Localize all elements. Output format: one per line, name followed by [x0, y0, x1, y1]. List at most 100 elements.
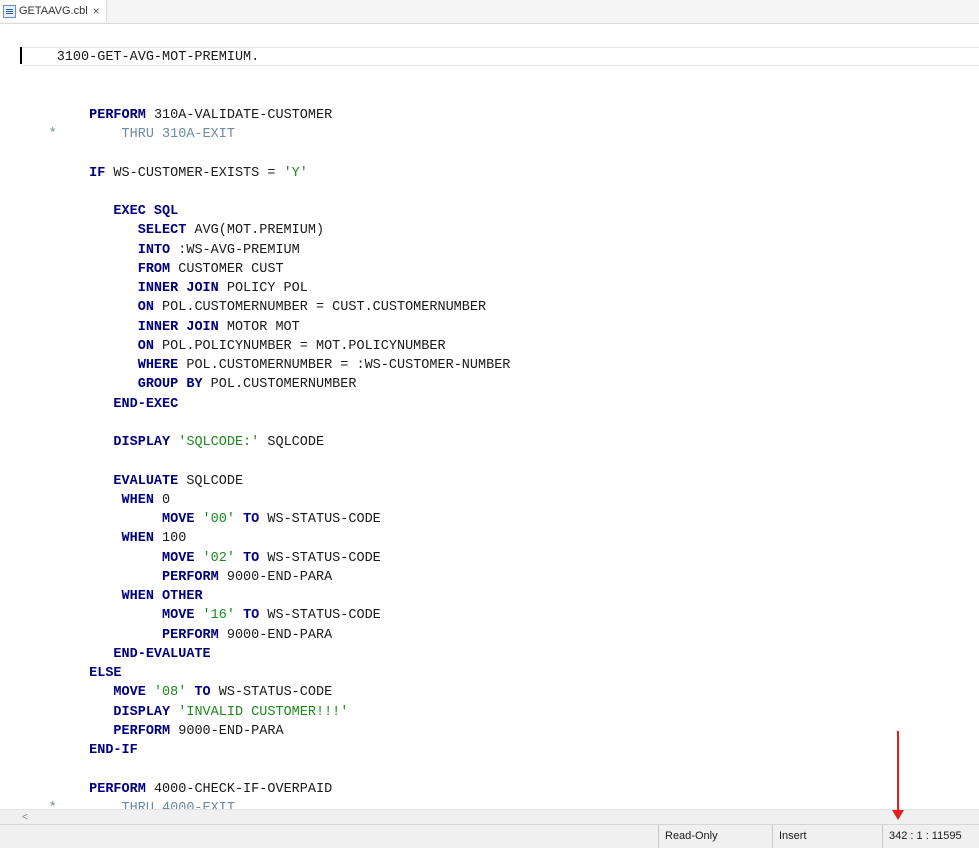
- code-token: WS-STATUS-CODE: [259, 608, 381, 624]
- string-token: '02': [202, 550, 235, 566]
- keyword-token: MOVE: [113, 685, 146, 701]
- code-line[interactable]: PERFORM 9000-END-PARA: [0, 626, 510, 645]
- code-line[interactable]: EXEC SQL: [0, 202, 510, 221]
- keyword-token: MOVE: [162, 550, 195, 566]
- status-bar: Read-Only Insert 342 : 1 : 11595: [0, 824, 979, 848]
- code-line[interactable]: [0, 183, 510, 202]
- keyword-token: PERFORM: [89, 107, 146, 123]
- code-token: SQLCODE: [259, 435, 325, 450]
- code-line[interactable]: MOVE '02' TO WS-STATUS-CODE: [0, 549, 510, 568]
- status-cursor-position[interactable]: 342 : 1 : 11595: [882, 825, 979, 848]
- code-token: WS-STATUS-CODE: [259, 512, 381, 527]
- code-token: POL.CUSTOMERNUMBER: [202, 377, 357, 393]
- keyword-token: END-IF: [89, 743, 138, 758]
- code-token: CUSTOMER CUST: [170, 261, 284, 277]
- code-line[interactable]: MOVE '08' TO WS-STATUS-CODE: [0, 683, 510, 702]
- code-line[interactable]: INNER JOIN POLICY POL: [0, 279, 510, 298]
- string-token: 'SQLCODE:': [178, 435, 260, 450]
- string-token: '16': [202, 608, 235, 624]
- code-line[interactable]: [0, 87, 510, 106]
- code-line[interactable]: 3100-GET-AVG-MOT-PREMIUM.: [0, 48, 510, 67]
- status-insert-mode[interactable]: Insert: [772, 825, 882, 848]
- code-line[interactable]: ON POL.CUSTOMERNUMBER = CUST.CUSTOMERNUM…: [0, 298, 510, 317]
- code-line[interactable]: * THRU 4000-EXIT: [0, 799, 510, 809]
- code-line[interactable]: [0, 414, 510, 433]
- code-token: 4000-CHECK-IF-OVERPAID: [145, 781, 333, 797]
- code-line[interactable]: SELECT AVG(MOT.PREMIUM): [0, 221, 510, 240]
- code-line[interactable]: PERFORM 9000-END-PARA: [0, 568, 510, 587]
- code-line[interactable]: ON POL.POLICYNUMBER = MOT.POLICYNUMBER: [0, 337, 510, 356]
- annotation-arrow-line: [897, 731, 899, 811]
- code-token: 100: [153, 531, 187, 547]
- status-read-only[interactable]: Read-Only: [658, 825, 772, 848]
- code-line[interactable]: [0, 452, 510, 471]
- code-line[interactable]: INNER JOIN MOTOR MOT: [0, 318, 510, 337]
- string-token: 'INVALID CUSTOMER!!!': [178, 704, 349, 720]
- code-line[interactable]: FROM CUSTOMER CUST: [0, 260, 510, 279]
- code-line[interactable]: END-EVALUATE: [0, 645, 510, 664]
- keyword-token: EVALUATE: [113, 473, 179, 489]
- code-line[interactable]: INTO :WS-AVG-PREMIUM: [0, 241, 510, 260]
- code-line[interactable]: GROUP BY POL.CUSTOMERNUMBER: [0, 375, 510, 394]
- code-line[interactable]: MOVE '00' TO WS-STATUS-CODE: [0, 510, 510, 529]
- comment-token: * THRU 310A-EXIT: [0, 127, 235, 142]
- keyword-token: FROM: [137, 261, 171, 277]
- code-view[interactable]: 3100-GET-AVG-MOT-PREMIUM. PERFORM 310A-V…: [0, 48, 511, 809]
- keyword-token: WHEN: [121, 492, 154, 508]
- code-token: POL.CUSTOMERNUMBER = :WS-CUSTOMER-NUMBER: [178, 358, 511, 373]
- tab-bar: GETAAVG.cbl ×: [0, 0, 979, 24]
- code-line[interactable]: IF WS-CUSTOMER-EXISTS = 'Y': [0, 164, 510, 183]
- code-line[interactable]: PERFORM 310A-VALIDATE-CUSTOMER: [0, 106, 510, 125]
- code-editor[interactable]: 3100-GET-AVG-MOT-PREMIUM. PERFORM 310A-V…: [0, 23, 979, 809]
- code-line[interactable]: END-IF: [0, 741, 510, 760]
- code-token: AVG(MOT.PREMIUM): [186, 223, 325, 239]
- code-line[interactable]: [0, 144, 510, 163]
- keyword-token: END-EVALUATE: [113, 646, 211, 662]
- code-line[interactable]: [0, 67, 510, 86]
- code-line[interactable]: PERFORM 4000-CHECK-IF-OVERPAID: [0, 780, 510, 799]
- file-tab[interactable]: GETAAVG.cbl ×: [0, 0, 107, 22]
- code-line[interactable]: DISPLAY 'INVALID CUSTOMER!!!': [0, 703, 510, 722]
- keyword-token: TO: [243, 512, 260, 527]
- code-line[interactable]: WHEN OTHER: [0, 587, 510, 606]
- code-line[interactable]: WHEN 0: [0, 491, 510, 510]
- keyword-token: WHEN OTHER: [121, 589, 203, 604]
- code-line[interactable]: ELSE: [0, 664, 510, 683]
- code-line[interactable]: END-EXEC: [0, 395, 510, 414]
- code-token: 3100-GET-AVG-MOT-PREMIUM.: [0, 50, 260, 65]
- scroll-left-icon[interactable]: <: [22, 810, 28, 825]
- keyword-token: MOVE: [162, 608, 195, 624]
- close-icon[interactable]: ×: [93, 5, 100, 17]
- code-line[interactable]: WHERE POL.CUSTOMERNUMBER = :WS-CUSTOMER-…: [0, 356, 511, 375]
- code-line[interactable]: WHEN 100: [0, 529, 510, 548]
- code-line[interactable]: * THRU 310A-EXIT: [0, 125, 510, 144]
- code-line[interactable]: DISPLAY 'SQLCODE:' SQLCODE: [0, 433, 510, 452]
- code-line[interactable]: PERFORM 9000-END-PARA: [0, 722, 510, 741]
- code-line[interactable]: MOVE '16' TO WS-STATUS-CODE: [0, 606, 510, 625]
- keyword-token: WHEN: [121, 531, 154, 547]
- keyword-token: INNER JOIN: [137, 281, 219, 296]
- code-line[interactable]: EVALUATE SQLCODE: [0, 472, 510, 491]
- keyword-token: END-EXEC: [113, 396, 179, 412]
- horizontal-scrollbar[interactable]: <: [0, 809, 979, 825]
- code-token: 9000-END-PARA: [218, 569, 333, 585]
- keyword-token: PERFORM: [89, 781, 146, 797]
- code-line[interactable]: [0, 760, 510, 779]
